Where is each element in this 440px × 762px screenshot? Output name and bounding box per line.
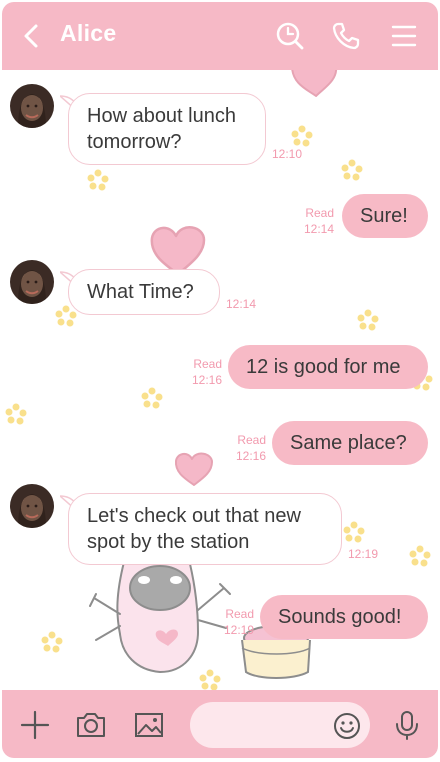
message-text: How about lunch — [87, 105, 236, 127]
avatar-photo — [10, 260, 54, 304]
message-composer — [2, 690, 438, 758]
image-icon[interactable] — [132, 708, 166, 742]
avatar-photo — [10, 84, 54, 128]
read-receipt: Read — [193, 357, 222, 371]
plus-icon[interactable] — [18, 708, 52, 742]
message-bubble-outgoing[interactable]: Same place? — [272, 421, 428, 465]
message-text: tomorrow? — [87, 131, 182, 153]
message-bubble-incoming[interactable]: Let's check out that new spot by the sta… — [68, 493, 342, 565]
read-receipt: Read — [237, 433, 266, 447]
message-text: Let's check out that new — [87, 505, 301, 527]
message-timestamp: 12:16 — [191, 373, 222, 387]
message-list[interactable]: How about lunch tomorrow? 12:10 Read 12:… — [2, 70, 438, 690]
message-bubble-outgoing[interactable]: Sure! — [342, 194, 428, 238]
contact-name: Alice — [60, 20, 117, 46]
message-bubble-outgoing[interactable]: 12 is good for me — [228, 345, 428, 389]
chat-screen: Alice How about lunch tomorrow? 12:10 Re… — [2, 2, 438, 758]
message-bubble-incoming[interactable]: What Time? — [68, 269, 220, 315]
read-receipt: Read — [305, 206, 334, 220]
avatar[interactable] — [10, 260, 54, 304]
read-receipt: Read — [225, 607, 254, 621]
message-text: spot by the station — [87, 531, 250, 553]
avatar[interactable] — [10, 84, 54, 128]
cartoon-character — [89, 555, 231, 674]
phone-icon[interactable] — [330, 20, 362, 52]
message-timestamp: 12:16 — [235, 449, 266, 463]
microphone-icon[interactable] — [390, 708, 424, 742]
chat-header: Alice — [2, 2, 438, 70]
emoji-icon[interactable] — [332, 711, 362, 741]
message-bubble-outgoing[interactable]: Sounds good! — [260, 595, 428, 639]
chevron-left-icon[interactable] — [18, 22, 46, 50]
message-timestamp: 12:19 — [223, 623, 254, 637]
message-timestamp: 12:14 — [226, 297, 257, 311]
message-timestamp: 12:19 — [348, 547, 379, 561]
avatar-photo — [10, 484, 54, 528]
avatar[interactable] — [10, 484, 54, 528]
message-text: Sure! — [360, 205, 408, 227]
camera-icon[interactable] — [74, 708, 108, 742]
message-timestamp: 12:14 — [303, 222, 334, 236]
search-icon[interactable] — [274, 20, 306, 52]
menu-icon[interactable] — [388, 20, 420, 52]
message-bubble-incoming[interactable]: How about lunch tomorrow? — [68, 93, 266, 165]
message-text: Same place? — [290, 432, 407, 454]
message-text: What Time? — [87, 281, 194, 303]
message-text: 12 is good for me — [246, 356, 401, 378]
message-timestamp: 12:10 — [272, 147, 303, 161]
message-text: Sounds good! — [278, 606, 402, 628]
